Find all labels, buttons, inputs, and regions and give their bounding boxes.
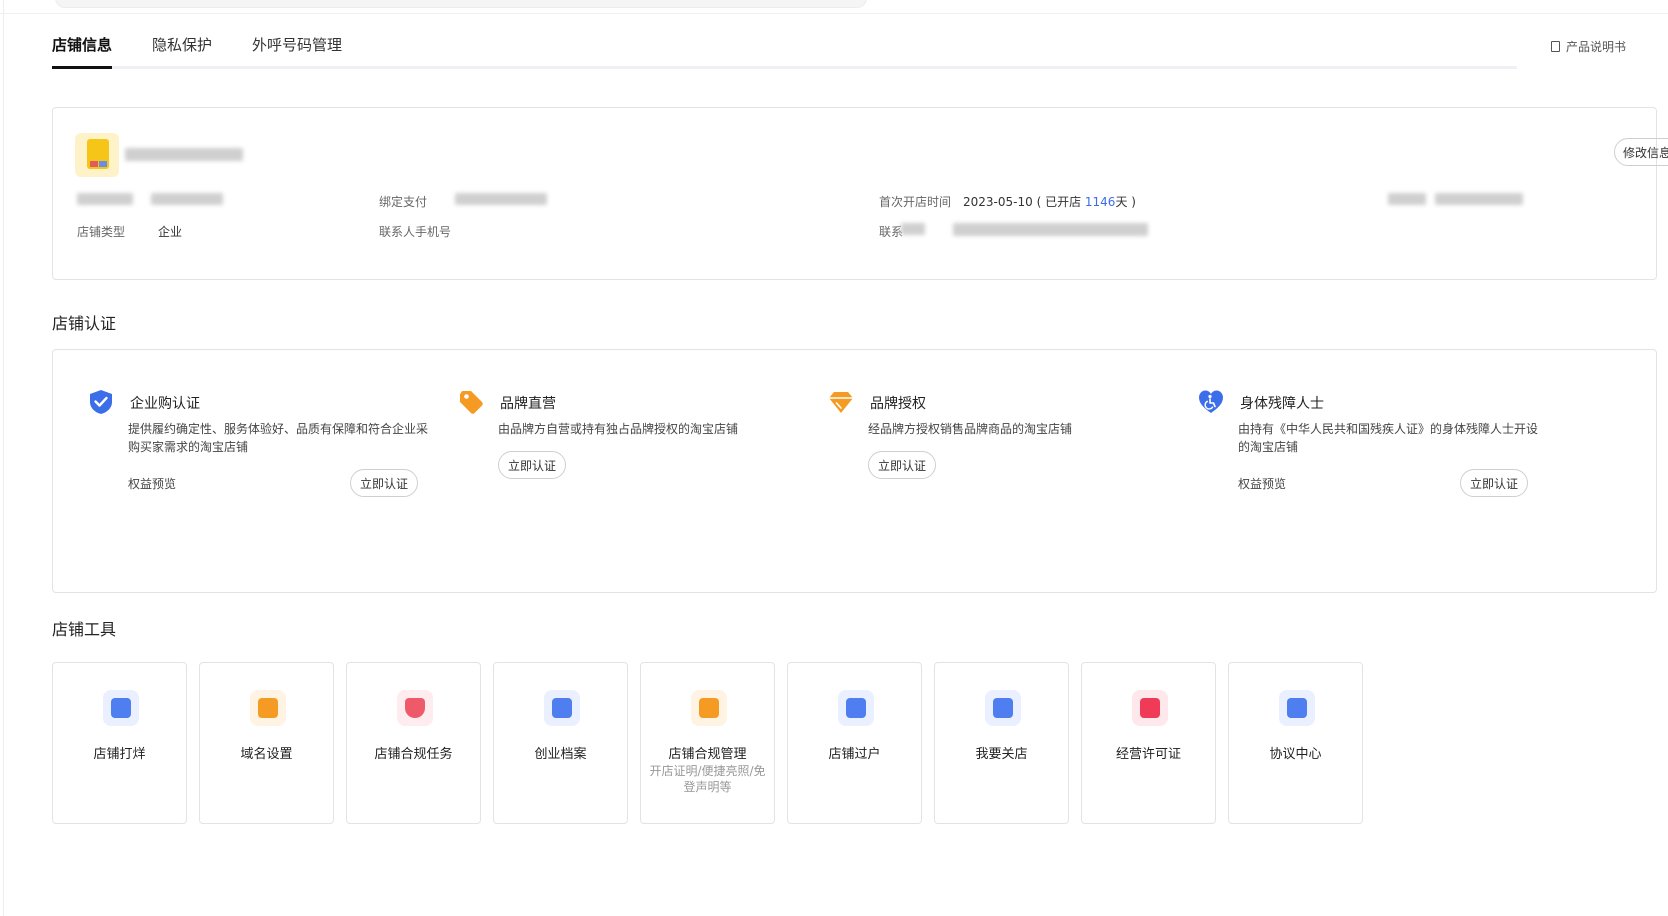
agreement-icon bbox=[1279, 690, 1315, 726]
tool-name: 协议中心 bbox=[1269, 747, 1322, 762]
open-time-label: 首次开店时间 bbox=[879, 195, 952, 209]
close-shop-icon bbox=[985, 690, 1021, 726]
cert-enterprise-desc: 提供履约确定性、服务体验好、品质有保障和符合企业采购买家需求的淘宝店铺 bbox=[128, 422, 429, 454]
tab-outbound-number[interactable]: 外呼号码管理 bbox=[252, 34, 342, 55]
contact-phone-label: 联系人手机号 bbox=[379, 225, 452, 239]
top-search-bar[interactable] bbox=[55, 0, 867, 8]
shop-info-card: 绑定支付 首次开店时间 2023-05-10 ( 已开店 1146天 ) 店铺类… bbox=[52, 107, 1668, 280]
tool-name: 我要关店 bbox=[975, 747, 1028, 762]
compliance-doc-icon bbox=[691, 690, 727, 726]
cert-brand-authorized-desc: 经品牌方授权销售品牌商品的淘宝店铺 bbox=[868, 422, 1073, 436]
redacted-label-2 bbox=[1388, 193, 1426, 205]
tool-name: 店铺打烊 bbox=[93, 747, 146, 762]
tab-privacy[interactable]: 隐私保护 bbox=[152, 34, 212, 55]
open-date: 2023-05-10 bbox=[963, 195, 1033, 209]
tool-agreement-center[interactable]: 协议中心 bbox=[1228, 662, 1363, 824]
tool-name: 创业档案 bbox=[534, 747, 587, 762]
domain-icon bbox=[250, 690, 286, 726]
tab-active-underline bbox=[52, 66, 113, 69]
cert-enterprise-button[interactable]: 立即认证 bbox=[350, 469, 418, 497]
redacted-label bbox=[77, 193, 133, 205]
bind-pay-redacted bbox=[455, 193, 547, 205]
tool-shop-closing[interactable]: 店铺打烊 bbox=[52, 662, 187, 824]
tool-name: 店铺合规管理 bbox=[668, 747, 747, 762]
heart-accessibility-icon bbox=[1199, 390, 1223, 413]
cert-disabled-person-benefit-link[interactable]: 权益预览 bbox=[1238, 475, 1286, 492]
tool-compliance-tasks[interactable]: 店铺合规任务 bbox=[346, 662, 481, 824]
certification-title: 店铺认证 bbox=[52, 314, 117, 333]
shop-name-redacted bbox=[125, 148, 243, 161]
product-manual-label: 产品说明书 bbox=[1566, 40, 1627, 54]
tool-close-shop[interactable]: 我要关店 bbox=[934, 662, 1069, 824]
shop-type-label: 店铺类型 bbox=[77, 225, 126, 239]
open-time-value: 2023-05-10 ( 已开店 1146天 ) bbox=[963, 193, 1136, 210]
tool-compliance-management[interactable]: 店铺合规管理 开店证明/便捷亮照/免登声明等 bbox=[640, 662, 775, 824]
cert-brand-authorized-title: 品牌授权 bbox=[870, 396, 926, 412]
cert-brand-direct-desc: 由品牌方自营或持有独占品牌授权的淘宝店铺 bbox=[498, 422, 739, 436]
cert-enterprise-title: 企业购认证 bbox=[130, 396, 200, 412]
tab-outbound-number-label: 外呼号码管理 bbox=[252, 36, 343, 54]
cert-brand-direct-button[interactable]: 立即认证 bbox=[498, 451, 566, 479]
opened-suffix: 天 ) bbox=[1115, 195, 1136, 209]
opened-days: 1146 bbox=[1084, 195, 1116, 209]
certification-card: 企业购认证 提供履约确定性、服务体验好、品质有保障和符合企业采购买家需求的淘宝店… bbox=[52, 349, 1657, 593]
tab-bar: 店铺信息 隐私保护 外呼号码管理 bbox=[52, 30, 1517, 72]
tool-name: 经营许可证 bbox=[1115, 747, 1181, 762]
redacted-value-2 bbox=[1435, 193, 1523, 205]
shop-close-icon bbox=[103, 690, 139, 726]
tool-shop-transfer[interactable]: 店铺过户 bbox=[787, 662, 922, 824]
edit-info-label: 修改信息 bbox=[1622, 145, 1668, 160]
license-icon bbox=[1132, 690, 1168, 726]
redacted-value bbox=[151, 193, 223, 205]
cert-brand-direct-title: 品牌直营 bbox=[500, 396, 556, 412]
tool-business-license[interactable]: 经营许可证 bbox=[1081, 662, 1216, 824]
opened-prefix: ( 已开店 bbox=[1036, 195, 1085, 209]
cert-enterprise-benefit-link[interactable]: 权益预览 bbox=[128, 475, 176, 492]
product-manual-link[interactable]: 产品说明书 bbox=[1551, 38, 1626, 55]
top-bar bbox=[0, 0, 1668, 14]
tools-title: 店铺工具 bbox=[52, 620, 117, 639]
tab-shop-info[interactable]: 店铺信息 bbox=[52, 34, 113, 69]
tool-startup-archive[interactable]: 创业档案 bbox=[493, 662, 628, 824]
transfer-icon bbox=[838, 690, 874, 726]
archive-icon bbox=[544, 690, 580, 726]
tool-name: 店铺过户 bbox=[828, 747, 881, 762]
tab-rail bbox=[52, 66, 1517, 69]
compliance-shield-icon bbox=[397, 690, 433, 726]
cert-disabled-person-title: 身体残障人士 bbox=[1240, 396, 1324, 412]
tool-name: 店铺合规任务 bbox=[374, 747, 453, 762]
tool-domain-settings[interactable]: 域名设置 bbox=[199, 662, 334, 824]
contact-value-redacted bbox=[953, 223, 1148, 236]
shop-type-value: 企业 bbox=[158, 225, 183, 239]
diamond-icon bbox=[829, 392, 853, 413]
tab-shop-info-label: 店铺信息 bbox=[52, 36, 113, 54]
cert-disabled-person-desc: 由持有《中华人民共和国残疾人证》的身体残障人士开设的淘宝店铺 bbox=[1238, 422, 1539, 454]
tool-name: 域名设置 bbox=[240, 747, 293, 762]
contact-label: 联系 bbox=[879, 225, 904, 239]
tag-icon bbox=[460, 391, 483, 414]
bind-pay-label: 绑定支付 bbox=[379, 195, 428, 209]
shield-check-icon bbox=[90, 390, 112, 414]
tool-subtitle: 开店证明/便捷亮照/免登声明等 bbox=[649, 764, 766, 794]
tab-privacy-label: 隐私保护 bbox=[152, 36, 213, 54]
document-icon bbox=[1551, 41, 1560, 52]
contact-label-redacted bbox=[901, 223, 925, 235]
shop-logo bbox=[75, 133, 119, 177]
cert-disabled-person-button[interactable]: 立即认证 bbox=[1460, 469, 1528, 497]
edit-info-button[interactable]: 修改信息 bbox=[1614, 138, 1668, 166]
page-left-border bbox=[3, 0, 4, 916]
cert-brand-authorized-button[interactable]: 立即认证 bbox=[868, 451, 936, 479]
